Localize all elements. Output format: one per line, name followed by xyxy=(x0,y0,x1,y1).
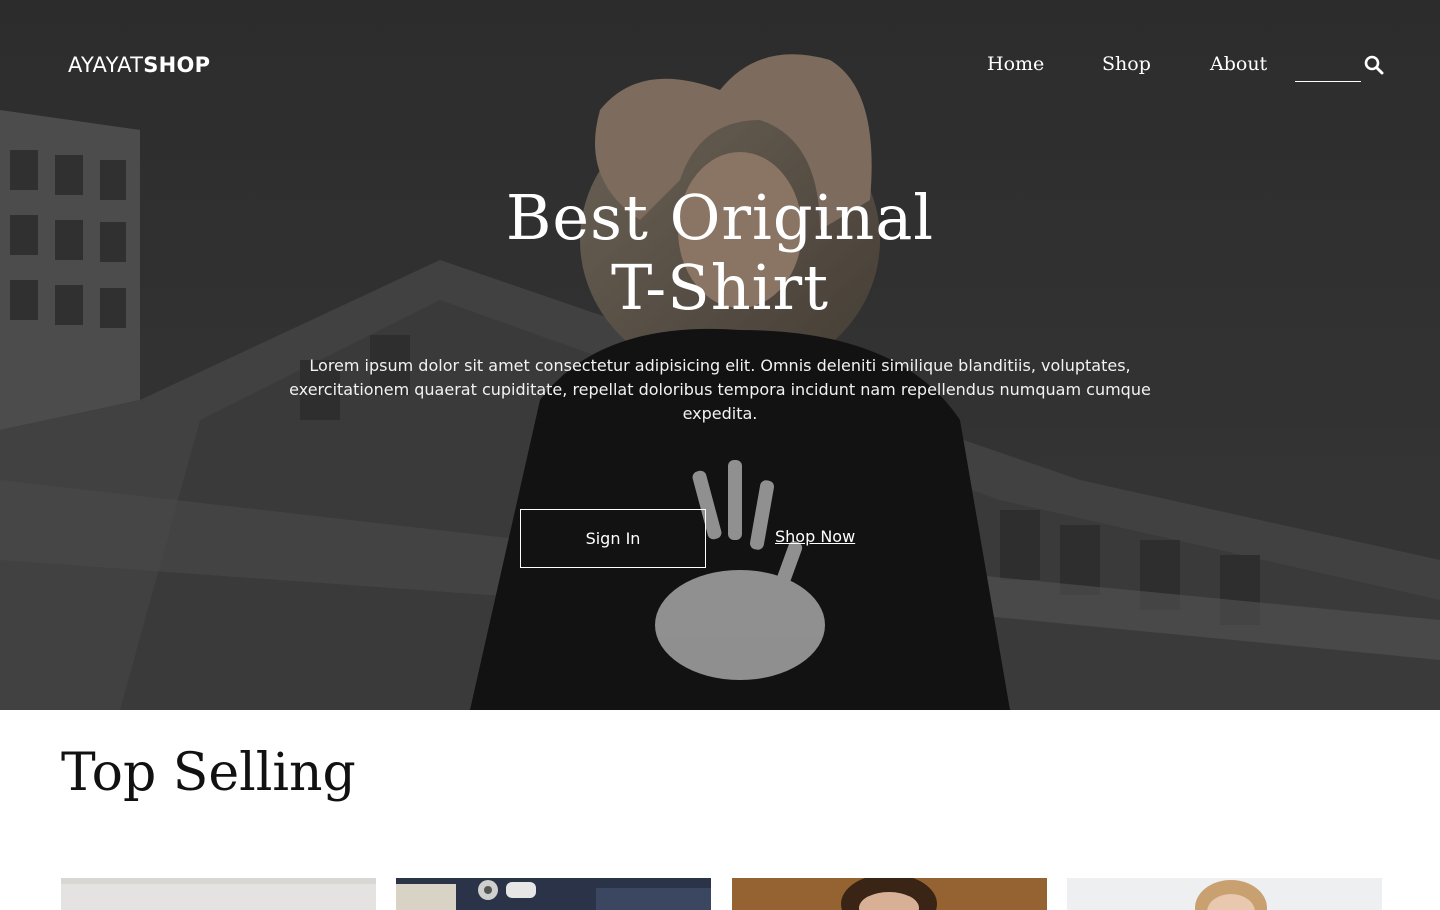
hero-title: Best Original T-Shirt xyxy=(420,183,1020,323)
sign-in-button[interactable]: Sign In xyxy=(520,509,706,568)
product-card[interactable] xyxy=(1067,878,1382,910)
hero-title-line2: T-Shirt xyxy=(610,251,830,324)
brand-logo[interactable]: AYAYATSHOP xyxy=(68,53,210,77)
brand-logo-bold: SHOP xyxy=(143,53,211,77)
product-card[interactable] xyxy=(396,878,711,910)
search-button[interactable] xyxy=(1362,54,1386,78)
search-icon xyxy=(1364,55,1384,74)
top-selling-title: Top Selling xyxy=(61,743,356,803)
hero-title-line1: Best Original xyxy=(505,181,935,254)
hero-description: Lorem ipsum dolor sit amet consectetur a… xyxy=(289,356,1151,423)
search-input[interactable] xyxy=(1295,52,1361,82)
product-card[interactable] xyxy=(61,878,376,910)
nav-link-home[interactable]: Home xyxy=(987,53,1044,75)
hero-section: AYAYATSHOP Home Shop About Best Original… xyxy=(0,0,1440,710)
nav-link-about[interactable]: About xyxy=(1210,53,1267,75)
product-image xyxy=(396,878,711,910)
shop-now-link[interactable]: Shop Now xyxy=(775,527,855,546)
product-card[interactable] xyxy=(732,878,1047,910)
product-image xyxy=(1067,878,1382,910)
brand-logo-thin: AYAYAT xyxy=(68,53,144,77)
nav-link-shop[interactable]: Shop xyxy=(1102,53,1151,75)
product-image xyxy=(61,878,376,910)
product-image xyxy=(732,878,1047,910)
navbar: AYAYATSHOP Home Shop About xyxy=(0,0,1440,132)
